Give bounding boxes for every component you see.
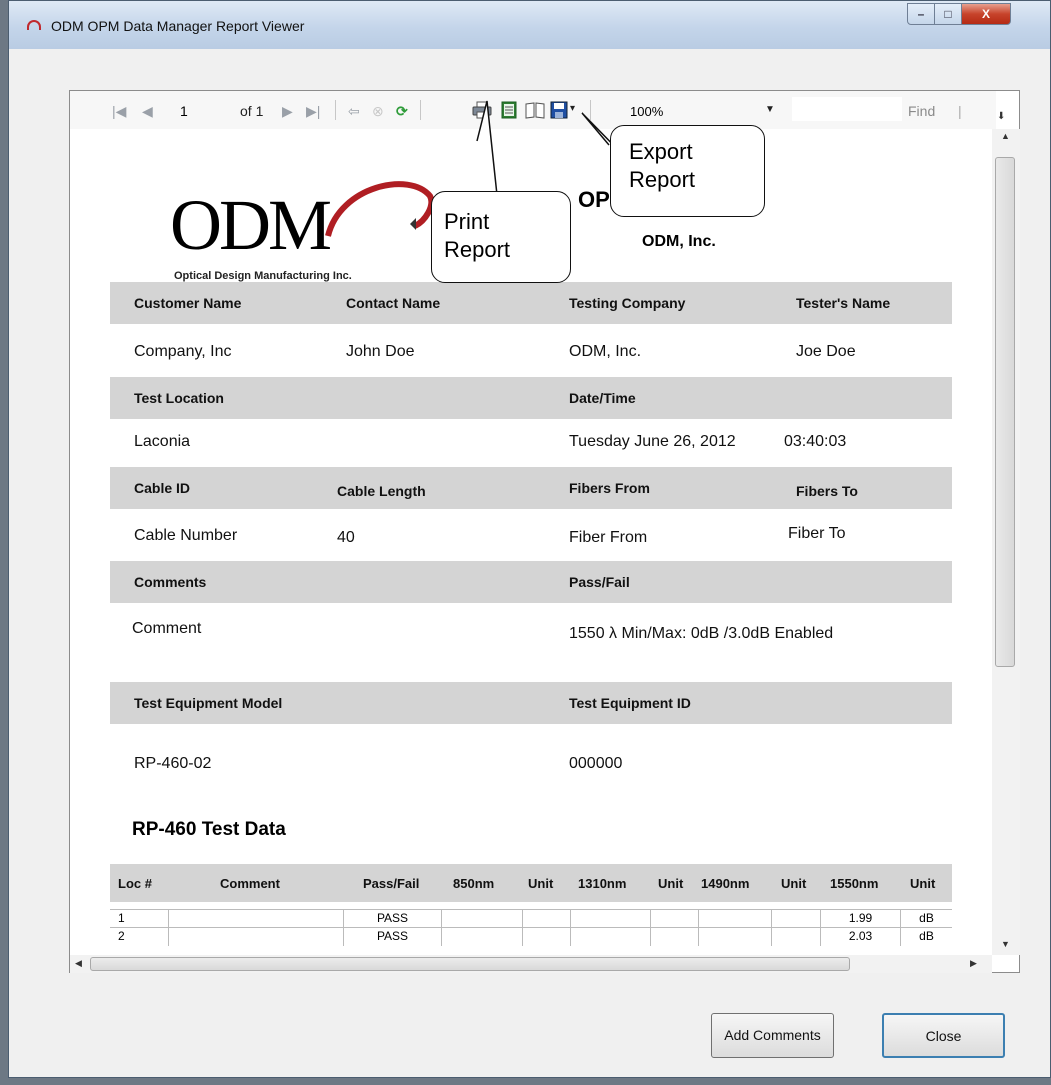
report-viewer-window: ODM OPM Data Manager Report Viewer – □ X… [8,0,1051,1078]
cell-unit-1310 [650,910,698,928]
cable-length-label: Cable Length [337,483,426,499]
close-button[interactable]: Close [882,1013,1005,1058]
date-value: Tuesday June 26, 2012 [569,433,736,450]
fibers-from-label: Fibers From [569,480,650,496]
comments-label: Comments [134,574,207,590]
col-unit-1550: Unit [910,876,936,891]
col-unit-1490: Unit [781,876,807,891]
fibers-from-value: Fiber From [569,529,648,546]
col-loc: Loc # [118,876,152,891]
col-850nm: 850nm [453,876,495,891]
cell-pass-fail: PASS [343,928,441,946]
cell-unit-1550: dB [900,910,952,928]
equipment-header-row: Test Equipment Model Test Equipment ID [110,682,952,724]
test-data-title: RP-460 Test Data [132,819,286,840]
pass-fail-value: 1550 λ Min/Max: 0dB /3.0dB Enabled [569,625,834,642]
contact-name-value: John Doe [346,343,415,360]
cell-unit-850 [522,928,570,946]
table-row: 2 PASS 2.03 dB [110,927,952,946]
testing-company-value: ODM, Inc. [569,343,642,360]
test-data-table-header: Loc # Comment Pass/Fail 850nm Unit 1310n… [110,864,952,902]
date-time-label: Date/Time [569,390,636,406]
cable-id-value: Cable Number [134,527,238,544]
print-report-callout: Print Report [431,191,571,283]
col-unit-850: Unit [528,876,554,891]
time-value: 03:40:03 [784,433,847,450]
cell-850nm [441,928,522,946]
cable-length-value: 40 [337,529,355,546]
scroll-left-icon[interactable]: ◀ [75,958,82,969]
cell-comment [168,928,343,946]
fibers-to-label: Fibers To [796,483,858,499]
equipment-model-value: RP-460-02 [134,755,212,772]
col-1490nm: 1490nm [701,876,750,891]
cable-header-row: Cable ID Cable Length Fibers From Fibers… [110,467,952,509]
cell-unit-1310 [650,928,698,946]
fibers-to-value: Fiber To [788,525,846,542]
cell-1490nm [698,910,771,928]
add-comments-button[interactable]: Add Comments [711,1013,834,1058]
equipment-model-label: Test Equipment Model [134,695,283,711]
export-report-callout: Export Report [610,125,765,217]
cell-1550nm: 1.99 [820,910,900,928]
scroll-right-icon[interactable]: ▶ [970,958,977,969]
testers-name-value: Joe Doe [796,343,856,360]
scroll-down-icon[interactable]: ▼ [1001,939,1010,949]
comments-header-row: Comments Pass/Fail [110,561,952,603]
horizontal-scroll-thumb[interactable] [90,957,850,971]
table-row: 1 PASS 1.99 dB [110,909,952,928]
col-1310nm: 1310nm [578,876,627,891]
cell-comment [168,910,343,928]
horizontal-scrollbar[interactable]: ◀ ▶ [70,955,992,973]
cell-1310nm [570,928,650,946]
equipment-id-value: 000000 [569,755,623,772]
cell-1550nm: 2.03 [820,928,900,946]
customer-name-value: Company, Inc [134,343,232,360]
pass-fail-label: Pass/Fail [569,574,630,590]
col-unit-1310: Unit [658,876,684,891]
cell-unit-1490 [771,910,820,928]
cell-pass-fail: PASS [343,910,441,928]
cell-850nm [441,910,522,928]
col-comment: Comment [220,876,280,891]
col-pass-fail: Pass/Fail [363,876,420,891]
cell-1310nm [570,910,650,928]
comments-value: Comment [132,620,202,637]
test-location-label: Test Location [134,390,224,406]
equipment-id-label: Test Equipment ID [569,695,691,711]
cell-unit-1550: dB [900,928,952,946]
cell-unit-850 [522,910,570,928]
cell-1490nm [698,928,771,946]
test-location-value: Laconia [134,433,191,450]
col-1550nm: 1550nm [830,876,879,891]
cell-loc: 1 [118,911,125,925]
cable-id-label: Cable ID [134,480,191,496]
cell-loc: 2 [118,929,125,943]
location-header-row: Test Location Date/Time [110,377,952,419]
cell-unit-1490 [771,928,820,946]
